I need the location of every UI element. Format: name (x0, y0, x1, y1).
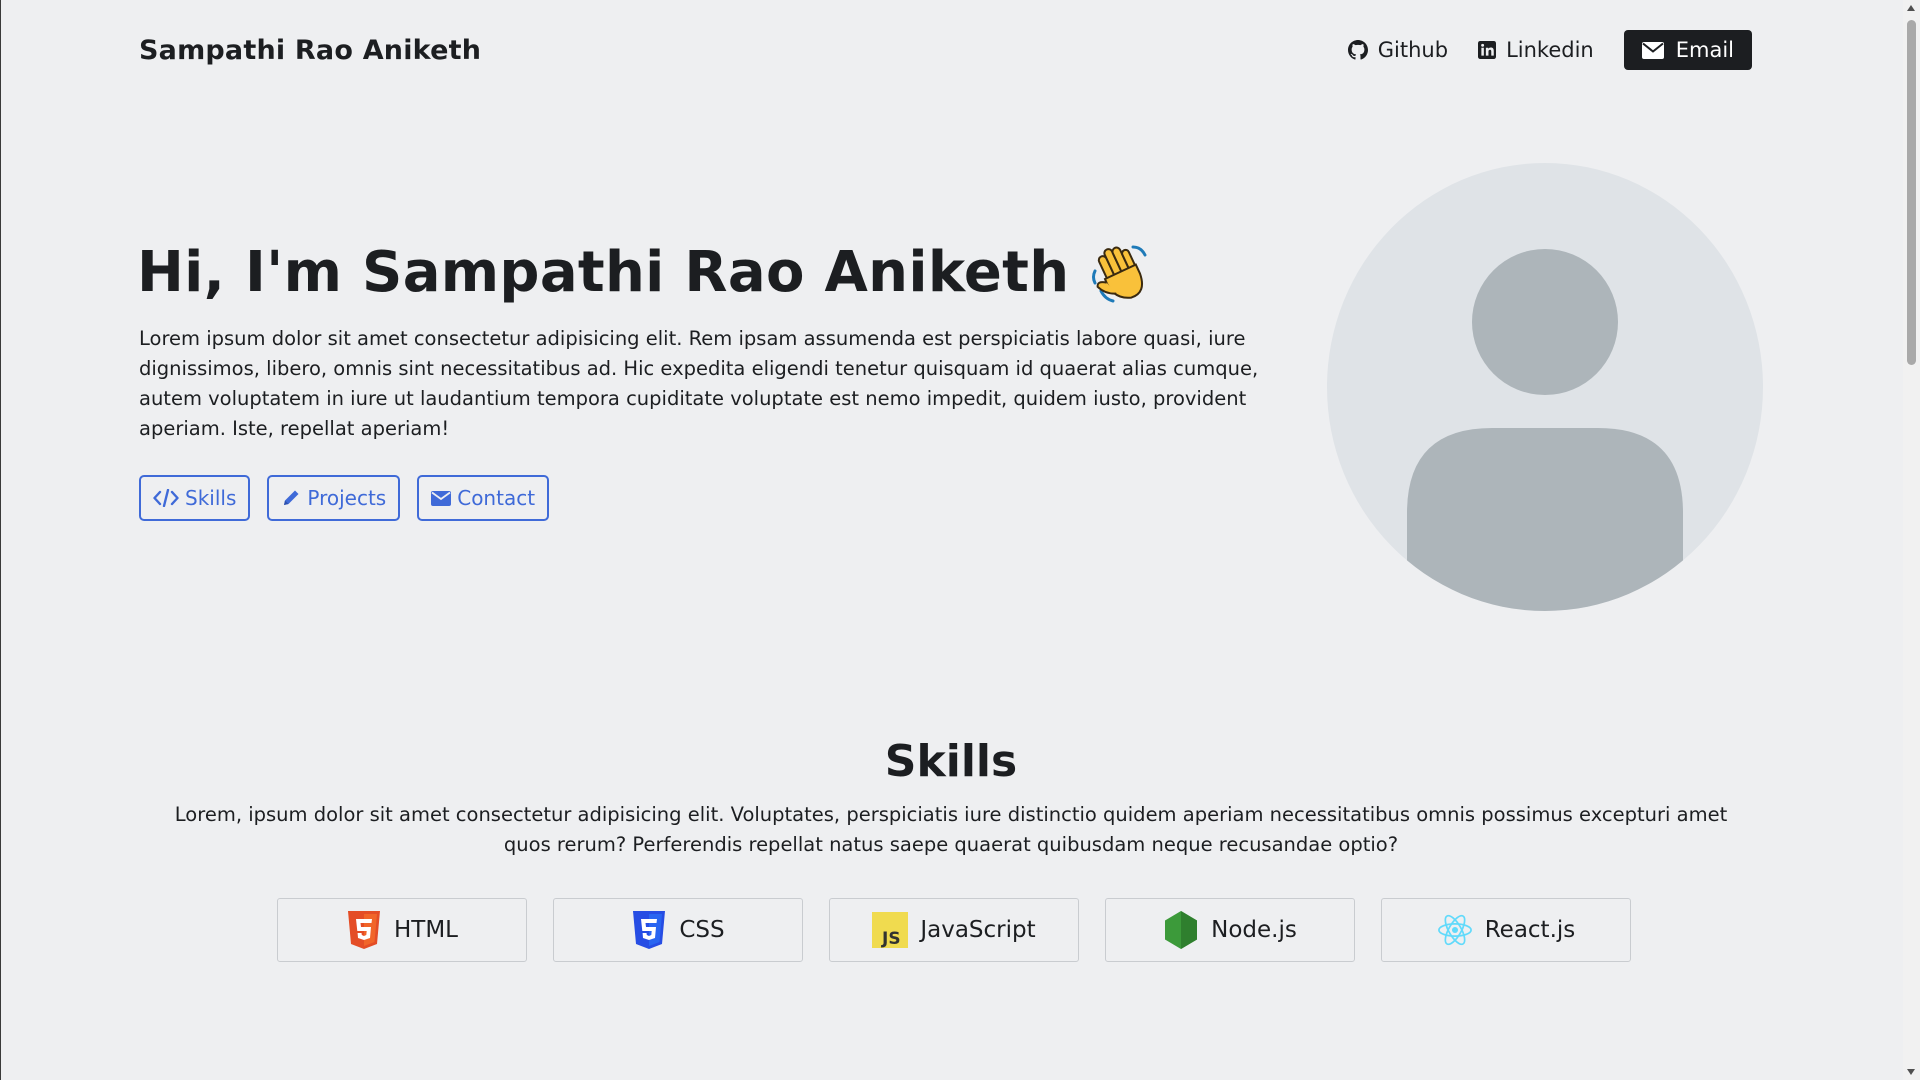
email-label: Email (1675, 38, 1734, 62)
scrollbar[interactable] (1903, 0, 1920, 1080)
code-icon (153, 489, 179, 507)
skills-description: Lorem, ipsum dolor sit amet consectetur … (174, 803, 1728, 856)
skill-label: React.js (1484, 917, 1576, 943)
scroll-up-arrow-icon[interactable] (1907, 5, 1915, 11)
css3-icon (631, 911, 667, 949)
github-label: Github (1377, 38, 1449, 62)
skills-heading: Skills (884, 736, 1018, 787)
brand-name[interactable]: Sampathi Rao Aniketh (139, 35, 481, 66)
page: Sampathi Rao Aniketh Github Linkedin Ema… (0, 0, 1920, 1080)
avatar (1327, 163, 1763, 611)
envelope-icon (431, 490, 452, 506)
linkedin-label: Linkedin (1506, 38, 1594, 62)
github-link[interactable]: Github (1347, 38, 1449, 62)
nav-links: Github Linkedin Email (1318, 30, 1752, 70)
navbar: Sampathi Rao Aniketh Github Linkedin Ema… (139, 28, 1752, 72)
hero-buttons: Skills Projects Contact (139, 475, 566, 521)
contact-button-label: Contact (457, 486, 536, 510)
linkedin-icon (1478, 41, 1497, 59)
skill-label: JavaScript (920, 917, 1036, 943)
hero-title: Hi, I'm Sampathi Rao Aniketh (137, 240, 1153, 305)
skill-label: CSS (679, 917, 725, 943)
hero-title-text: Hi, I'm Sampathi Rao Aniketh (137, 240, 1070, 305)
skill-cards: HTML CSS JS JavaScript Node.js React.js (277, 898, 1657, 962)
javascript-icon: JS (872, 911, 909, 949)
github-icon (1347, 40, 1368, 60)
linkedin-link[interactable]: Linkedin (1478, 38, 1594, 62)
waving-hand-icon (1092, 245, 1147, 302)
react-icon (1437, 911, 1473, 949)
skill-card-html: HTML (277, 898, 527, 962)
scrollbar-thumb[interactable] (1907, 20, 1916, 365)
email-button[interactable]: Email (1623, 30, 1752, 70)
skill-card-css: CSS (553, 898, 803, 962)
pencil-icon (284, 490, 299, 505)
projects-button[interactable]: Projects (267, 475, 401, 521)
projects-button-label: Projects (307, 486, 387, 510)
skill-card-nodejs: Node.js (1105, 898, 1355, 962)
skill-card-react: React.js (1381, 898, 1631, 962)
scroll-down-arrow-icon[interactable] (1907, 1069, 1915, 1075)
contact-button[interactable]: Contact (417, 475, 550, 521)
skills-button-label: Skills (185, 486, 237, 510)
user-placeholder-icon (1407, 249, 1683, 611)
hero-description: Lorem ipsum dolor sit amet consectetur a… (139, 327, 1259, 440)
skills-button[interactable]: Skills (139, 475, 251, 521)
envelope-icon (1641, 41, 1664, 59)
skill-label: Node.js (1211, 917, 1297, 943)
skill-card-javascript: JS JavaScript (829, 898, 1079, 962)
skill-label: HTML (393, 917, 458, 943)
html5-icon (346, 911, 382, 949)
nodejs-icon (1163, 911, 1199, 949)
svg-text:JS: JS (881, 929, 901, 948)
